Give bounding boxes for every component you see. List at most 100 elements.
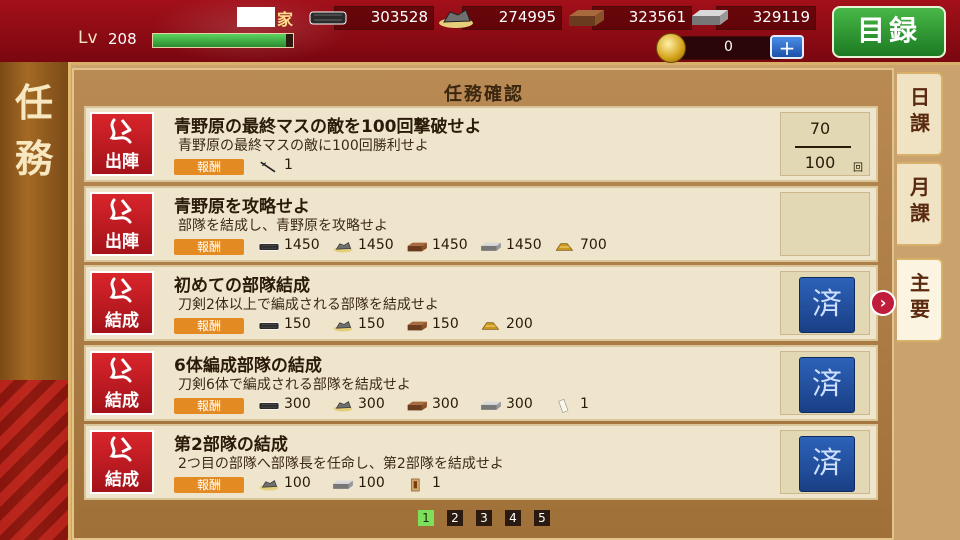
quest-status bbox=[780, 192, 870, 256]
quest-description: 2つ目の部隊へ部隊長を任命し、第2部隊を結成せよ bbox=[178, 456, 504, 472]
steel-icon bbox=[566, 6, 606, 30]
quest-description: 部隊を結成し、青野原を攻略せよ bbox=[178, 218, 388, 234]
reward-label: 報酬 bbox=[174, 398, 244, 414]
koban-icon bbox=[480, 318, 502, 332]
reward-amount: 1 bbox=[432, 475, 441, 491]
quest-category-label: 結成 bbox=[105, 311, 139, 331]
reward-amount: 1 bbox=[580, 396, 589, 412]
reward-amount: 150 bbox=[358, 316, 385, 332]
page-5-button[interactable]: 5 bbox=[534, 510, 550, 526]
reward-amount: 300 bbox=[506, 396, 533, 412]
koban-coin-icon bbox=[656, 33, 686, 63]
add-coins-button[interactable]: + bbox=[770, 35, 804, 59]
resource-value: 323561 bbox=[628, 8, 686, 26]
tab-daily[interactable]: 日課 bbox=[897, 72, 943, 156]
quest-category-badge: 出陣 bbox=[90, 112, 154, 176]
quest-status: 70 100 回 bbox=[780, 112, 870, 176]
section-title-char-1: 任 bbox=[14, 80, 53, 125]
progress-divider bbox=[795, 146, 851, 148]
tab-label: 主要 bbox=[910, 271, 930, 321]
active-tab-arrow-icon: › bbox=[870, 290, 896, 316]
steel-icon bbox=[406, 398, 428, 412]
reward-amount: 300 bbox=[284, 396, 311, 412]
quest-category-badge: 結成 bbox=[90, 271, 154, 335]
reward-label: 報酬 bbox=[174, 318, 244, 334]
resource-value: 329119 bbox=[752, 8, 810, 26]
scroll-icon bbox=[554, 398, 576, 413]
completed-stamp: 済 bbox=[799, 277, 855, 333]
permit-icon bbox=[406, 477, 428, 492]
quest-row[interactable]: 結成 第2部隊の結成 2つ目の部隊へ部隊長を任命し、第2部隊を結成せよ 報酬 100 10… bbox=[84, 424, 878, 500]
tab-label: 日課 bbox=[910, 85, 930, 135]
exp-bar-fill bbox=[153, 34, 286, 47]
quest-status: 済 bbox=[780, 351, 870, 415]
reward-amount: 700 bbox=[580, 237, 607, 253]
reward-amount: 150 bbox=[432, 316, 459, 332]
quest-title: 第2部隊の結成 bbox=[174, 435, 288, 455]
page-3-button[interactable]: 3 bbox=[476, 510, 492, 526]
tab-main[interactable]: 主要 bbox=[897, 258, 943, 342]
whetstone-icon bbox=[332, 318, 354, 332]
resource-charcoal: 303528 bbox=[308, 6, 436, 30]
quest-status: 済 bbox=[780, 430, 870, 494]
level-value: 208 bbox=[108, 30, 137, 48]
reward-amount: 150 bbox=[284, 316, 311, 332]
charcoal-icon bbox=[258, 318, 280, 332]
resource-value: 274995 bbox=[498, 8, 556, 26]
quest-category-badge: 出陣 bbox=[90, 192, 154, 256]
quest-category-badge: 結成 bbox=[90, 430, 154, 494]
reward-label: 報酬 bbox=[174, 159, 244, 175]
page-1-button[interactable]: 1 bbox=[418, 510, 434, 526]
reward-amount: 1450 bbox=[358, 237, 394, 253]
progress-current: 70 bbox=[809, 119, 831, 138]
level-label: Lv bbox=[78, 28, 98, 48]
progress-unit: 回 bbox=[853, 163, 863, 174]
reward-amount: 100 bbox=[358, 475, 385, 491]
tab-label: 月課 bbox=[910, 175, 930, 225]
whetstone-icon bbox=[332, 398, 354, 412]
panel-title: 任務確認 bbox=[444, 84, 524, 105]
reward-amount: 1450 bbox=[432, 237, 468, 253]
quest-title: 初めての部隊結成 bbox=[174, 276, 310, 296]
resource-whetstone: 274995 bbox=[436, 6, 564, 30]
ingot-icon bbox=[480, 398, 502, 412]
quest-title: 青野原の最終マスの敵を100回撃破せよ bbox=[174, 117, 482, 137]
reward-amount: 200 bbox=[506, 316, 533, 332]
quest-row[interactable]: 結成 初めての部隊結成 刀剣2体以上で編成される部隊を結成せよ報酬 150 150 150… bbox=[84, 265, 878, 341]
reward-amount: 1450 bbox=[506, 237, 542, 253]
ingot-icon bbox=[332, 477, 354, 491]
resource-cooling-material: 329119 bbox=[690, 6, 818, 30]
tab-monthly[interactable]: 月課 bbox=[897, 162, 943, 246]
catalog-button[interactable]: 目録 bbox=[832, 6, 946, 58]
whetstone-icon bbox=[332, 239, 354, 253]
exp-bar bbox=[152, 33, 294, 48]
quest-description: 刀剣2体以上で編成される部隊を結成せよ bbox=[178, 297, 439, 313]
reward-amount: 1450 bbox=[284, 237, 320, 253]
quest-row[interactable]: 結成 6体編成部隊の結成 刀剣6体で編成される部隊を結成せよ報酬 300 300 300 3… bbox=[84, 345, 878, 421]
reward-label: 報酬 bbox=[174, 239, 244, 255]
coin-value: 0 bbox=[724, 39, 733, 55]
page-4-button[interactable]: 4 bbox=[505, 510, 521, 526]
quest-category-label: 出陣 bbox=[105, 232, 139, 252]
ingot-icon bbox=[480, 239, 502, 253]
quest-description: 刀剣6体で編成される部隊を結成せよ bbox=[178, 377, 411, 393]
resource-steel: 323561 bbox=[566, 6, 694, 30]
charcoal-icon bbox=[258, 239, 280, 253]
quest-category-label: 出陣 bbox=[105, 152, 139, 172]
steel-icon bbox=[406, 239, 428, 253]
charcoal-icon bbox=[258, 398, 280, 412]
reward-amount: 300 bbox=[358, 396, 385, 412]
quest-row[interactable]: 出陣 青野原の最終マスの敵を100回撃破せよ 青野原の最終マスの敵に100回勝利せよ… bbox=[84, 106, 878, 182]
resource-value: 303528 bbox=[370, 8, 428, 26]
progress-target: 100 bbox=[804, 153, 836, 172]
reward-amount: 300 bbox=[432, 396, 459, 412]
page-2-button[interactable]: 2 bbox=[447, 510, 463, 526]
quest-category-badge: 結成 bbox=[90, 351, 154, 415]
reward-amount: 1 bbox=[284, 157, 293, 173]
quest-category-label: 結成 bbox=[105, 391, 139, 411]
quest-title: 6体編成部隊の結成 bbox=[174, 356, 322, 376]
quest-row[interactable]: 出陣 青野原を攻略せよ 部隊を結成し、青野原を攻略せよ 報酬 1450 1450 1450 1… bbox=[84, 186, 878, 262]
section-title-char-2: 務 bbox=[14, 136, 53, 181]
completed-stamp: 済 bbox=[799, 436, 855, 492]
rope-decoration bbox=[0, 380, 68, 540]
